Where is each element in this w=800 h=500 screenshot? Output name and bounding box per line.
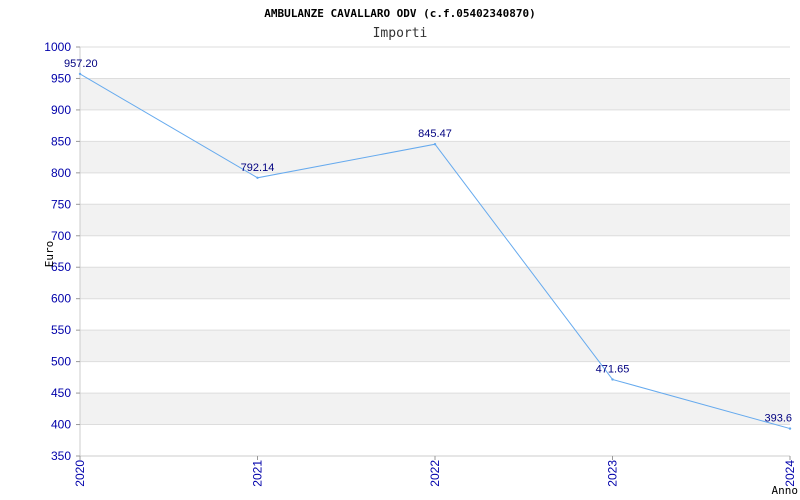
y-tick-label: 600 <box>51 292 71 306</box>
grid-band <box>80 204 790 236</box>
x-tick-label: 2022 <box>428 460 442 487</box>
y-tick-label: 450 <box>51 386 71 400</box>
y-tick-label: 400 <box>51 418 71 432</box>
x-tick-label: 2023 <box>606 460 620 487</box>
grid-band <box>80 330 790 362</box>
data-point <box>611 378 614 381</box>
x-tick-label: 2021 <box>251 460 265 487</box>
data-labels: 957.20 792.14 845.47 471.65 393.6 <box>64 58 792 425</box>
data-point <box>78 72 82 76</box>
grid-band <box>80 78 790 110</box>
y-tick-label: 350 <box>51 449 71 463</box>
chart-subtitle: Importi <box>373 26 428 41</box>
series-line <box>79 73 791 430</box>
data-point <box>256 176 259 179</box>
y-tick-label: 800 <box>51 166 71 180</box>
x-axis-title: Anno <box>772 484 799 497</box>
series <box>78 72 792 430</box>
y-tick-label: 850 <box>51 134 71 148</box>
line-chart: 3504004505005506006507007508008509009501… <box>43 7 799 497</box>
y-axis-title: Euro <box>43 241 56 268</box>
y-tick-label: 700 <box>51 229 71 243</box>
x-tick-label: 2020 <box>73 460 87 487</box>
y-tick-label: 750 <box>51 197 71 211</box>
grid-band <box>80 267 790 299</box>
y-tick-label: 1000 <box>44 40 71 54</box>
y-tick-label: 500 <box>51 355 71 369</box>
data-point <box>788 427 792 430</box>
data-label: 393.6 <box>764 413 792 425</box>
data-label: 957.20 <box>64 58 98 70</box>
y-tick-label: 950 <box>51 71 71 85</box>
data-point <box>433 143 437 146</box>
data-label: 792.14 <box>241 162 275 174</box>
x-axis-ticks: 2020 2021 2022 2023 2024 <box>73 456 797 487</box>
chart-title: AMBULANZE CAVALLARO ODV (c.f.05402340870… <box>264 7 536 20</box>
data-label: 471.65 <box>596 363 630 375</box>
data-label: 845.47 <box>418 128 452 140</box>
x-tick-label: 2024 <box>783 460 797 487</box>
grid-band <box>80 141 790 173</box>
y-tick-label: 900 <box>51 103 71 117</box>
y-tick-label: 550 <box>51 323 71 337</box>
grid-band <box>80 393 790 425</box>
